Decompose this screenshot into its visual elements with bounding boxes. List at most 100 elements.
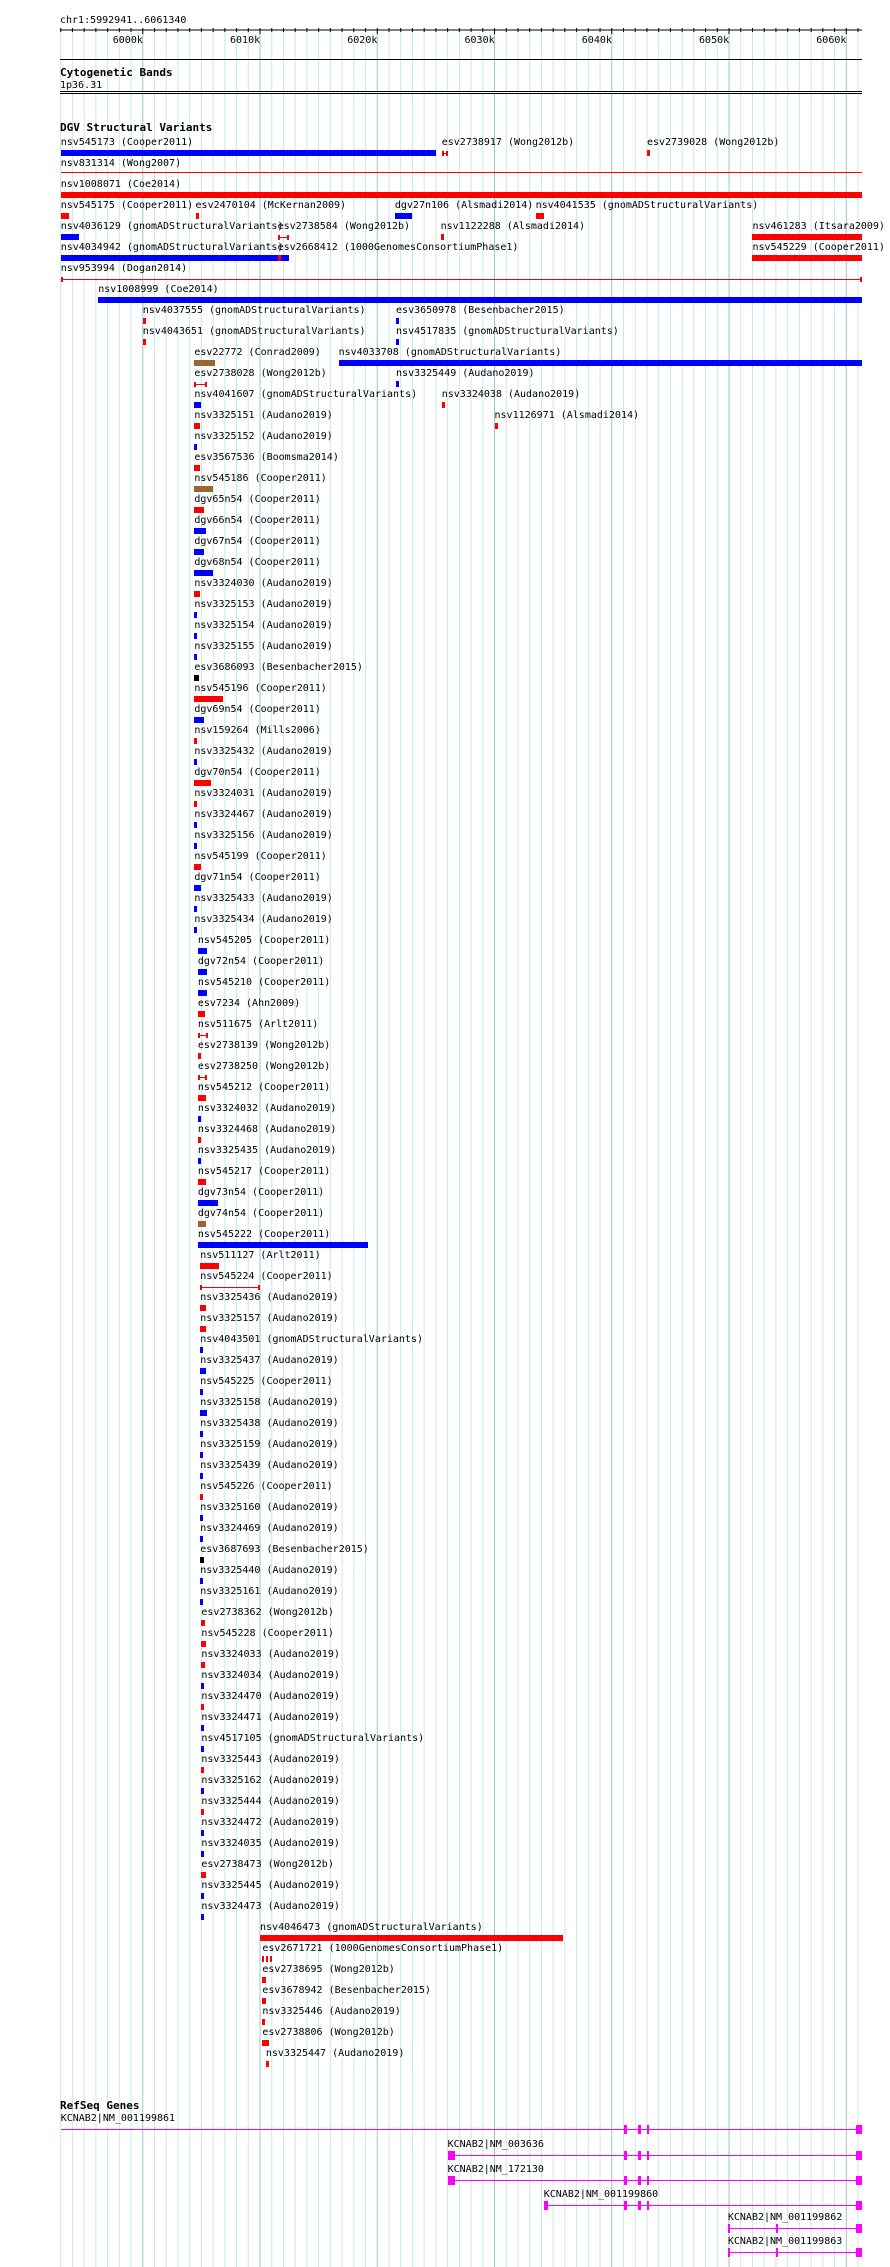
dgv-feature-label[interactable]: esv2671721 (1000GenomesConsortiumPhase1) — [262, 1943, 503, 1954]
dgv-feature-label[interactable]: nsv545222 (Cooper2011) — [198, 1229, 330, 1240]
dgv-feature-glyph[interactable] — [197, 1242, 368, 1248]
dgv-feature-glyph[interactable] — [60, 234, 80, 240]
dgv-feature-glyph[interactable] — [262, 1977, 266, 1983]
refseq-exon[interactable] — [855, 2151, 862, 2160]
dgv-feature-glyph[interactable] — [60, 172, 862, 173]
dgv-feature-glyph[interactable] — [194, 885, 202, 891]
dgv-feature-glyph[interactable] — [98, 297, 862, 303]
dgv-feature-glyph[interactable] — [260, 1935, 563, 1941]
refseq-exon[interactable] — [646, 2151, 649, 2160]
dgv-feature-glyph[interactable] — [201, 1641, 207, 1647]
dgv-feature-glyph[interactable] — [194, 382, 208, 387]
dgv-feature-glyph[interactable] — [201, 1893, 205, 1899]
dgv-feature-glyph[interactable] — [194, 423, 201, 429]
dgv-feature-glyph[interactable] — [60, 255, 290, 261]
dgv-feature-label[interactable]: nsv4036129 (gnomADStructuralVariants) — [61, 221, 284, 232]
dgv-feature-glyph[interactable] — [396, 381, 400, 387]
dgv-feature-glyph[interactable] — [194, 906, 198, 912]
dgv-feature-label[interactable]: dgv70n54 (Cooper2011) — [194, 767, 320, 778]
dgv-feature-label[interactable]: nsv3325154 (Audano2019) — [194, 620, 332, 631]
dgv-feature-glyph[interactable] — [338, 360, 862, 366]
dgv-feature-glyph[interactable] — [200, 1599, 204, 1605]
dgv-feature-glyph[interactable] — [262, 1998, 266, 2004]
dgv-feature-label[interactable]: nsv3324468 (Audano2019) — [198, 1124, 336, 1135]
dgv-feature-glyph[interactable] — [201, 1683, 205, 1689]
dgv-feature-label[interactable]: nsv3324471 (Audano2019) — [201, 1712, 339, 1723]
dgv-feature-glyph[interactable] — [201, 1746, 205, 1752]
dgv-feature-label[interactable]: nsv3325435 (Audano2019) — [198, 1145, 336, 1156]
dgv-feature-glyph[interactable] — [201, 1851, 205, 1857]
dgv-feature-label[interactable]: esv2738362 (Wong2012b) — [201, 1607, 333, 1618]
refseq-gene-intron-line[interactable] — [727, 2252, 862, 2253]
dgv-feature-label[interactable]: esv2738028 (Wong2012b) — [194, 368, 326, 379]
dgv-feature-label[interactable]: esv3687693 (Besenbacher2015) — [200, 1544, 369, 1555]
dgv-feature-label[interactable]: nsv3325155 (Audano2019) — [194, 641, 332, 652]
dgv-feature-label[interactable]: nsv3325438 (Audano2019) — [200, 1418, 338, 1429]
dgv-feature-label[interactable]: nsv3325445 (Audano2019) — [201, 1880, 339, 1891]
dgv-feature-glyph[interactable] — [200, 1389, 204, 1395]
dgv-feature-glyph[interactable] — [194, 486, 214, 492]
dgv-feature-label[interactable]: nsv3324038 (Audano2019) — [442, 389, 580, 400]
dgv-feature-label[interactable]: esv3678942 (Besenbacher2015) — [262, 1985, 431, 1996]
refseq-gene-intron-line[interactable] — [447, 2180, 862, 2181]
dgv-feature-label[interactable]: dgv72n54 (Cooper2011) — [198, 956, 324, 967]
dgv-feature-glyph[interactable] — [200, 1263, 219, 1269]
dgv-feature-glyph[interactable] — [60, 213, 69, 219]
dgv-feature-glyph[interactable] — [194, 843, 198, 849]
dgv-feature-glyph[interactable] — [142, 318, 146, 324]
dgv-feature-glyph[interactable] — [194, 528, 207, 534]
dgv-feature-glyph[interactable] — [201, 1830, 205, 1836]
dgv-feature-glyph[interactable] — [194, 654, 198, 660]
refseq-exon[interactable] — [855, 2176, 862, 2185]
dgv-feature-glyph[interactable] — [646, 150, 650, 156]
dgv-feature-glyph[interactable] — [197, 1158, 201, 1164]
refseq-exon[interactable] — [637, 2176, 642, 2185]
refseq-exon[interactable] — [447, 2176, 455, 2185]
refseq-exon[interactable] — [775, 2248, 779, 2257]
dgv-feature-label[interactable]: nsv3325162 (Audano2019) — [201, 1775, 339, 1786]
dgv-feature-glyph[interactable] — [195, 213, 200, 219]
dgv-feature-label[interactable]: nsv4043501 (gnomADStructuralVariants) — [200, 1334, 423, 1345]
dgv-feature-glyph[interactable] — [194, 780, 211, 786]
dgv-feature-glyph[interactable] — [265, 2061, 269, 2067]
dgv-feature-glyph[interactable] — [197, 1053, 202, 1059]
dgv-feature-glyph[interactable] — [197, 1075, 208, 1080]
dgv-feature-glyph[interactable] — [194, 360, 216, 366]
refseq-exon[interactable] — [855, 2125, 862, 2134]
dgv-feature-label[interactable]: nsv1122288 (Alsmadi2014) — [441, 221, 586, 232]
dgv-feature-label[interactable]: esv7234 (Ahn2009) — [198, 998, 300, 1009]
dgv-feature-glyph[interactable] — [194, 444, 198, 450]
dgv-feature-glyph[interactable] — [200, 1515, 204, 1521]
dgv-feature-label[interactable]: esv2470104 (McKernan2009) — [196, 200, 347, 211]
dgv-feature-glyph[interactable] — [194, 696, 223, 702]
dgv-feature-label[interactable]: dgv74n54 (Cooper2011) — [198, 1208, 324, 1219]
refseq-exon[interactable] — [775, 2224, 779, 2233]
dgv-feature-glyph[interactable] — [60, 150, 436, 156]
dgv-feature-glyph[interactable] — [60, 277, 862, 282]
dgv-feature-label[interactable]: nsv4517105 (gnomADStructuralVariants) — [201, 1733, 424, 1744]
dgv-feature-glyph[interactable] — [752, 234, 862, 240]
refseq-exon[interactable] — [623, 2125, 628, 2134]
dgv-feature-label[interactable]: esv2738473 (Wong2012b) — [201, 1859, 333, 1870]
dgv-feature-glyph[interactable] — [194, 591, 201, 597]
dgv-feature-glyph[interactable] — [201, 1809, 205, 1815]
dgv-feature-glyph[interactable] — [197, 969, 208, 975]
dgv-feature-label[interactable]: dgv67n54 (Cooper2011) — [194, 536, 320, 547]
dgv-feature-glyph[interactable] — [197, 1200, 218, 1206]
refseq-gene-label[interactable]: KCNAB2|NM_001199863 — [728, 2236, 842, 2247]
refseq-gene-intron-line[interactable] — [60, 2129, 862, 2130]
refseq-exon[interactable] — [623, 2151, 628, 2160]
refseq-gene-label[interactable]: KCNAB2|NM_001199860 — [544, 2189, 658, 2200]
dgv-feature-glyph[interactable] — [200, 1285, 261, 1290]
dgv-feature-glyph[interactable] — [194, 549, 204, 555]
dgv-feature-label[interactable]: nsv3325153 (Audano2019) — [194, 599, 332, 610]
dgv-feature-label[interactable]: nsv3325440 (Audano2019) — [200, 1565, 338, 1576]
dgv-feature-glyph[interactable] — [197, 1221, 207, 1227]
dgv-feature-label[interactable]: dgv27n106 (Alsmadi2014) — [395, 200, 533, 211]
dgv-feature-glyph[interactable] — [197, 1033, 209, 1038]
dgv-feature-label[interactable]: esv2738917 (Wong2012b) — [442, 137, 574, 148]
dgv-feature-label[interactable]: nsv4043651 (gnomADStructuralVariants) — [143, 326, 366, 337]
dgv-feature-label[interactable]: nsv3324470 (Audano2019) — [201, 1691, 339, 1702]
dgv-feature-glyph[interactable] — [200, 1494, 204, 1500]
dgv-feature-label[interactable]: nsv4046473 (gnomADStructuralVariants) — [260, 1922, 483, 1933]
